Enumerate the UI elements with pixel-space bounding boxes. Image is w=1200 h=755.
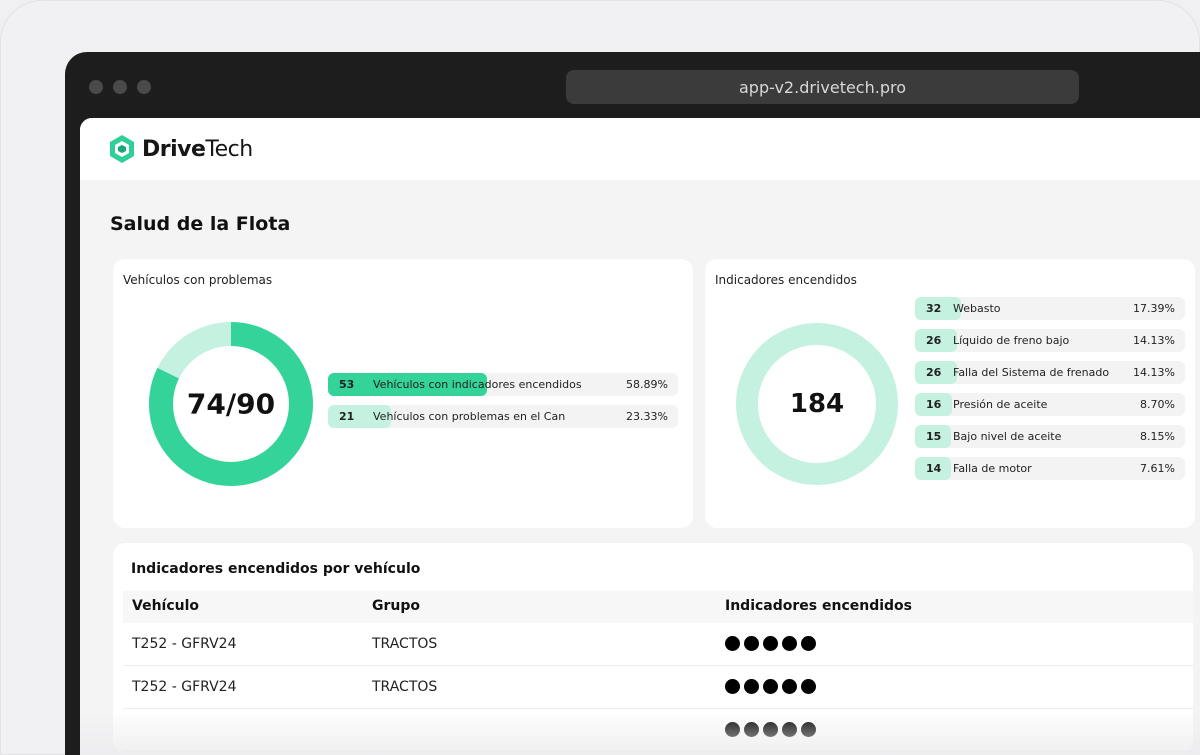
app-header: DriveTech bbox=[80, 118, 1200, 180]
table-row[interactable]: T252 - GFRV24 TRACTOS bbox=[123, 666, 1193, 709]
table-header: Vehículo Grupo Indicadores encendidos bbox=[123, 591, 1193, 623]
indicator-dot-icon bbox=[782, 722, 797, 737]
indicators-cell bbox=[725, 722, 816, 737]
indicator-count: 15 bbox=[926, 430, 942, 443]
indicator-count: 32 bbox=[926, 302, 942, 315]
indicators-on-card: Indicadores encendidos 184 32 Webasto 17… bbox=[705, 259, 1195, 528]
vehicle-cell: T252 - GFRV24 bbox=[132, 636, 237, 652]
window-control-maximize[interactable] bbox=[137, 80, 151, 94]
indicator-count: 26 bbox=[926, 334, 942, 347]
column-header-indicators[interactable]: Indicadores encendidos bbox=[725, 598, 912, 614]
stat-count: 53 bbox=[339, 378, 355, 391]
url-text: app-v2.drivetech.pro bbox=[739, 77, 906, 97]
stat-label: Vehículos con indicadores encendidos bbox=[373, 378, 582, 391]
vehicles-stat-row: 53 Vehículos con indicadores encendidos … bbox=[328, 373, 678, 396]
indicator-row: 32 Webasto 17.39% bbox=[915, 297, 1185, 320]
vehicle-cell: T252 - GFRV24 bbox=[132, 679, 237, 695]
indicator-dot-icon bbox=[801, 722, 816, 737]
indicators-cell bbox=[725, 679, 816, 694]
indicator-label: Líquido de freno bajo bbox=[953, 334, 1070, 347]
card-title: Indicadores encendidos bbox=[715, 273, 857, 287]
vehicles-stat-row: 21 Vehículos con problemas en el Can 23.… bbox=[328, 405, 678, 428]
indicator-percent: 14.13% bbox=[1133, 334, 1175, 347]
indicator-dot-icon bbox=[763, 722, 778, 737]
indicator-row: 16 Presión de aceite 8.70% bbox=[915, 393, 1185, 416]
indicator-row: 15 Bajo nivel de aceite 8.15% bbox=[915, 425, 1185, 448]
indicator-dot-icon bbox=[801, 679, 816, 694]
stat-percent: 23.33% bbox=[626, 410, 668, 423]
indicator-label: Webasto bbox=[953, 302, 1001, 315]
indicator-dot-icon bbox=[782, 679, 797, 694]
app-screen: DriveTech Salud de la Flota Vehículos co… bbox=[80, 118, 1200, 755]
donut-value: 74/90 bbox=[186, 387, 276, 421]
indicator-dot-icon bbox=[725, 722, 740, 737]
indicators-cell bbox=[725, 636, 816, 651]
window-control-minimize[interactable] bbox=[113, 80, 127, 94]
group-cell: TRACTOS bbox=[372, 679, 438, 695]
group-cell: TRACTOS bbox=[372, 636, 438, 652]
indicator-dot-icon bbox=[744, 679, 759, 694]
indicator-percent: 8.15% bbox=[1140, 430, 1175, 443]
donut-value: 184 bbox=[789, 389, 845, 419]
indicator-dot-icon bbox=[763, 636, 778, 651]
indicator-label: Bajo nivel de aceite bbox=[953, 430, 1062, 443]
indicator-dot-icon bbox=[744, 722, 759, 737]
indicator-percent: 7.61% bbox=[1140, 462, 1175, 475]
table-row[interactable] bbox=[123, 709, 1193, 752]
indicator-dot-icon bbox=[744, 636, 759, 651]
indicator-label: Presión de aceite bbox=[953, 398, 1048, 411]
indicator-label: Falla de motor bbox=[953, 462, 1032, 475]
indicator-row: 26 Falla del Sistema de frenado 14.13% bbox=[915, 361, 1185, 384]
indicators-by-vehicle-table: Indicadores encendidos por vehículo Vehí… bbox=[113, 543, 1193, 753]
indicator-count: 14 bbox=[926, 462, 942, 475]
indicator-dot-icon bbox=[782, 636, 797, 651]
window-control-close[interactable] bbox=[89, 80, 103, 94]
indicator-dot-icon bbox=[725, 636, 740, 651]
indicator-percent: 17.39% bbox=[1133, 302, 1175, 315]
card-title: Vehículos con problemas bbox=[123, 273, 273, 287]
indicator-count: 26 bbox=[926, 366, 942, 379]
indicator-count: 16 bbox=[926, 398, 942, 411]
indicator-dot-icon bbox=[725, 679, 740, 694]
stat-label: Vehículos con problemas en el Can bbox=[373, 410, 566, 423]
page-title: Salud de la Flota bbox=[110, 213, 291, 235]
table-title: Indicadores encendidos por vehículo bbox=[131, 561, 421, 577]
indicator-row: 14 Falla de motor 7.61% bbox=[915, 457, 1185, 480]
indicator-percent: 8.70% bbox=[1140, 398, 1175, 411]
vehicles-with-problems-card: Vehículos con problemas 74/90 53 Vehícul… bbox=[113, 259, 693, 528]
indicator-dot-icon bbox=[763, 679, 778, 694]
table-row[interactable]: T252 - GFRV24 TRACTOS bbox=[123, 623, 1193, 666]
drivetech-logo-icon bbox=[110, 135, 134, 163]
indicator-percent: 14.13% bbox=[1133, 366, 1175, 379]
stat-count: 21 bbox=[339, 410, 355, 423]
column-header-vehicle[interactable]: Vehículo bbox=[132, 598, 199, 614]
brand-logo-text[interactable]: DriveTech bbox=[142, 137, 253, 162]
indicator-row: 26 Líquido de freno bajo 14.13% bbox=[915, 329, 1185, 352]
address-bar[interactable]: app-v2.drivetech.pro bbox=[566, 70, 1079, 104]
vehicles-donut: 74/90 bbox=[149, 322, 313, 486]
indicator-dot-icon bbox=[801, 636, 816, 651]
indicator-label: Falla del Sistema de frenado bbox=[953, 366, 1110, 379]
stat-percent: 58.89% bbox=[626, 378, 668, 391]
column-header-group[interactable]: Grupo bbox=[372, 598, 420, 614]
indicators-donut: 184 bbox=[735, 322, 899, 486]
